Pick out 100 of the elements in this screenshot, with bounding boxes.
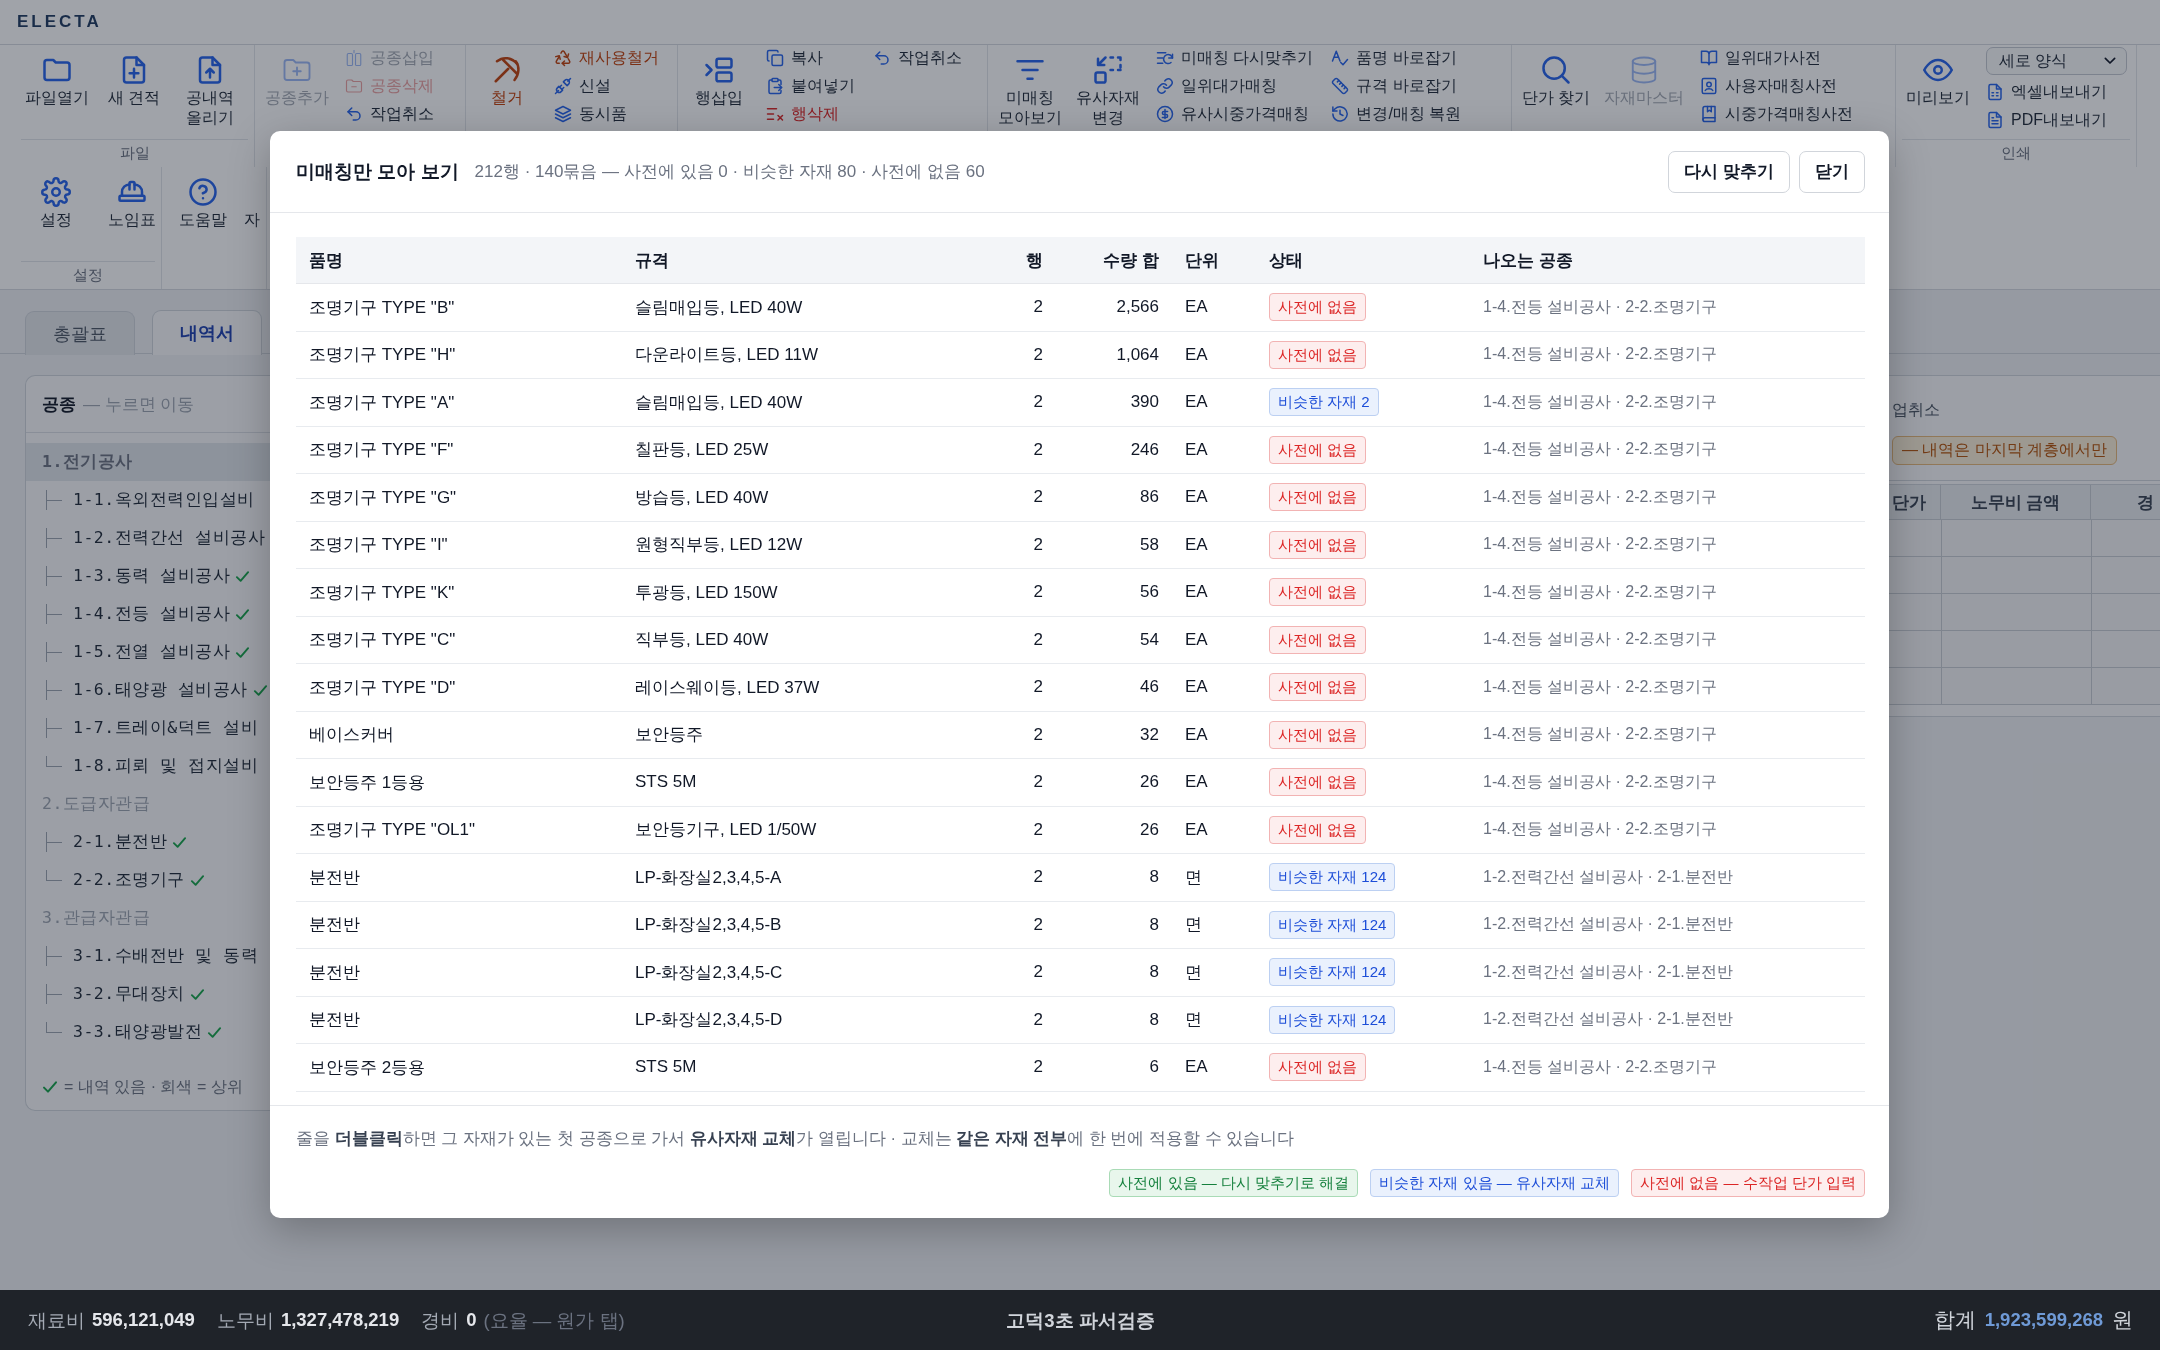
tree-item[interactable]: 1-5.전열 설비공사 xyxy=(26,633,275,671)
ribbon-button[interactable]: 미리보기 xyxy=(1902,45,1974,110)
ribbon-button[interactable]: 행삽입 xyxy=(684,45,754,110)
ribbon-button[interactable]: 엑셀내보내기 xyxy=(1980,79,2127,105)
status-badge: 사전에 없음 xyxy=(1269,435,1367,464)
legend-text: = 내역 있음 · 회색 = 상위 xyxy=(64,1076,243,1097)
status-badge: 비슷한 자재 124 xyxy=(1269,863,1396,892)
table-cell-text: 면 xyxy=(1184,914,1203,937)
ribbon-button[interactable]: 유사자재 변경 xyxy=(1072,45,1144,130)
table-cell-text: 2 xyxy=(1032,867,1044,888)
dialog-button[interactable]: 다시 맞추기 xyxy=(1668,150,1790,193)
status-badge: 사전에 없음 xyxy=(1269,483,1367,512)
ribbon-button[interactable]: 동시품 xyxy=(548,101,665,127)
cost-label: 경비 xyxy=(421,1308,460,1333)
tab[interactable]: 내역서 xyxy=(152,310,262,355)
table-cell-text: 2 xyxy=(1032,344,1044,365)
layout-dropdown[interactable]: 세로 양식 xyxy=(1986,47,2127,75)
tree-item[interactable]: 1-4.전등 설비공사 xyxy=(26,595,275,633)
status-badge: 사전에 없음 xyxy=(1269,293,1367,322)
ribbon-button[interactable]: 작업취소 xyxy=(867,45,968,71)
ribbon-button[interactable]: 미매칭 다시맞추기 xyxy=(1150,45,1320,71)
ribbon-button[interactable]: 자 xyxy=(244,167,260,232)
table-cell-text: 분전반 xyxy=(308,961,361,984)
check-icon xyxy=(189,986,205,1002)
ribbon-button[interactable]: 작업취소 xyxy=(339,101,440,127)
toolbar-button[interactable]: 업취소 xyxy=(1892,397,1940,423)
cost-label: 재료비 xyxy=(28,1308,85,1333)
column-header: 나오는 공종 xyxy=(1482,249,1574,272)
table-cell-text: 2 xyxy=(1032,914,1044,935)
panel-hint: — 누르면 이동 xyxy=(83,393,195,416)
currency-label: 원 xyxy=(2112,1307,2133,1333)
tree-item[interactable]: 1-6.태양광 설비공사 xyxy=(26,671,275,709)
ribbon-button[interactable]: 품명 바로잡기 xyxy=(1325,45,1468,71)
tree-item[interactable]: 1-3.동력 설비공사 xyxy=(26,557,275,595)
table-cell-text: 보안등주 xyxy=(634,724,704,747)
ribbon-button[interactable]: 미매칭 모아보기 xyxy=(994,45,1066,130)
dialog-summary: 212행 · 140묶음 — 사전에 있음 0 · 비슷한 자재 80 · 사전에 없음 60 xyxy=(474,161,985,183)
table-cell-text: 1-2.전력간선 설비공사 · 2-1.분전반 xyxy=(1482,866,1734,887)
table-cell-text: 다운라이트등, LED 11W xyxy=(634,344,819,367)
tab[interactable]: 총괄표 xyxy=(25,311,135,355)
ribbon-button[interactable]: 파일열기 xyxy=(21,45,93,110)
tree-item[interactable]: 3-2.무대장치 xyxy=(26,975,275,1013)
settings-icon xyxy=(41,177,71,207)
table-cell-text: STS 5M xyxy=(634,1057,698,1078)
ribbon-button[interactable]: 일위대가사전 xyxy=(1694,45,1860,71)
ribbon-button[interactable]: 복사 xyxy=(760,45,861,71)
column-header: 노무비 금액 xyxy=(1941,485,2091,519)
tree-item[interactable]: 2-2.조명기구 xyxy=(26,861,275,899)
ribbon-button[interactable]: 설정 xyxy=(21,167,91,232)
ribbon-button[interactable]: 공내역 올리기 xyxy=(175,45,245,130)
ribbon-button[interactable]: 행삭제 xyxy=(760,101,861,127)
copy-icon xyxy=(766,49,784,67)
tree-item[interactable]: 1-8.피뢰 및 접지설비 xyxy=(26,747,275,785)
table-cell-text: 1-4.전등 설비공사 · 2-2.조명기구 xyxy=(1482,676,1718,697)
table-cell-text: 2 xyxy=(1032,819,1044,840)
tree-item[interactable]: 1-1.옥외전력인입설비 xyxy=(26,481,275,519)
table-cell-text: 46 xyxy=(1139,677,1160,698)
ribbon-button[interactable]: 일위대가매칭 xyxy=(1150,73,1320,99)
search-icon xyxy=(1541,55,1572,85)
ribbon-button[interactable]: 신설 xyxy=(548,73,665,99)
ribbon-button[interactable]: 단가 찾기 xyxy=(1518,45,1595,110)
ribbon-button[interactable]: 유사시중가격매칭 xyxy=(1150,101,1320,127)
ribbon-button[interactable]: 변경/매칭 복원 xyxy=(1325,101,1468,127)
ribbon-button[interactable]: 붙여넣기 xyxy=(760,73,861,99)
table-cell-text: 2 xyxy=(1032,724,1044,745)
layers-icon xyxy=(554,105,572,123)
tree-item[interactable]: 3-3.태양광발전 xyxy=(26,1013,275,1051)
tree-item[interactable]: 3-1.수배전반 및 동력 xyxy=(26,937,275,975)
table-cell-text: 조명기구 TYPE "C" xyxy=(308,629,457,652)
table-cell-text: EA xyxy=(1184,439,1209,460)
column-header: 품명 xyxy=(308,249,344,272)
table-cell-text: 슬림매입등, LED 40W xyxy=(634,391,804,414)
table-cell-text: 1-2.전력간선 설비공사 · 2-1.분전반 xyxy=(1482,914,1734,935)
status-badge: 사전에 없음 xyxy=(1269,578,1367,607)
ribbon-button[interactable]: 새 견적 xyxy=(99,45,169,110)
table-cell-text: 조명기구 TYPE "H" xyxy=(308,344,457,367)
table-cell-text: 2 xyxy=(1032,582,1044,603)
table-cell-text: 26 xyxy=(1139,772,1160,793)
cost-label: 노무비 xyxy=(216,1308,274,1333)
ribbon-button[interactable]: 사용자매칭사전 xyxy=(1694,73,1860,99)
ribbon-button[interactable]: 규격 바로잡기 xyxy=(1325,73,1468,99)
ribbon-button[interactable]: 시중가격매칭사전 xyxy=(1694,101,1860,127)
table-cell-text: 조명기구 TYPE "OL1" xyxy=(308,819,477,842)
tree-item[interactable]: 1-2.전력간선 설비공사 xyxy=(26,519,275,557)
table-cell-text: 조명기구 TYPE "F" xyxy=(308,439,455,462)
group-label: 파일 xyxy=(119,144,150,163)
tree-item[interactable]: 1-7.트레이&덕트 설비 xyxy=(26,709,275,747)
tree-item[interactable]: 2-1.분전반 xyxy=(26,823,275,861)
spreadsheet-icon xyxy=(1986,83,2004,101)
table-cell-text: 분전반 xyxy=(308,914,361,937)
group-label: 설정 xyxy=(73,266,103,285)
ribbon-button[interactable]: 재사용철거 xyxy=(548,45,665,71)
folder-minus-icon xyxy=(345,77,363,95)
ribbon-button[interactable]: PDF내보내기 xyxy=(1980,107,2127,133)
ribbon-button[interactable]: 노임표 xyxy=(97,167,167,232)
ribbon-button[interactable]: 도움말 xyxy=(168,167,238,232)
ribbon-button[interactable]: 철거 xyxy=(472,45,542,110)
check-icon xyxy=(207,1024,223,1040)
dialog-button[interactable]: 닫기 xyxy=(1799,150,1865,193)
table-cell-text: 2,566 xyxy=(1115,297,1160,318)
